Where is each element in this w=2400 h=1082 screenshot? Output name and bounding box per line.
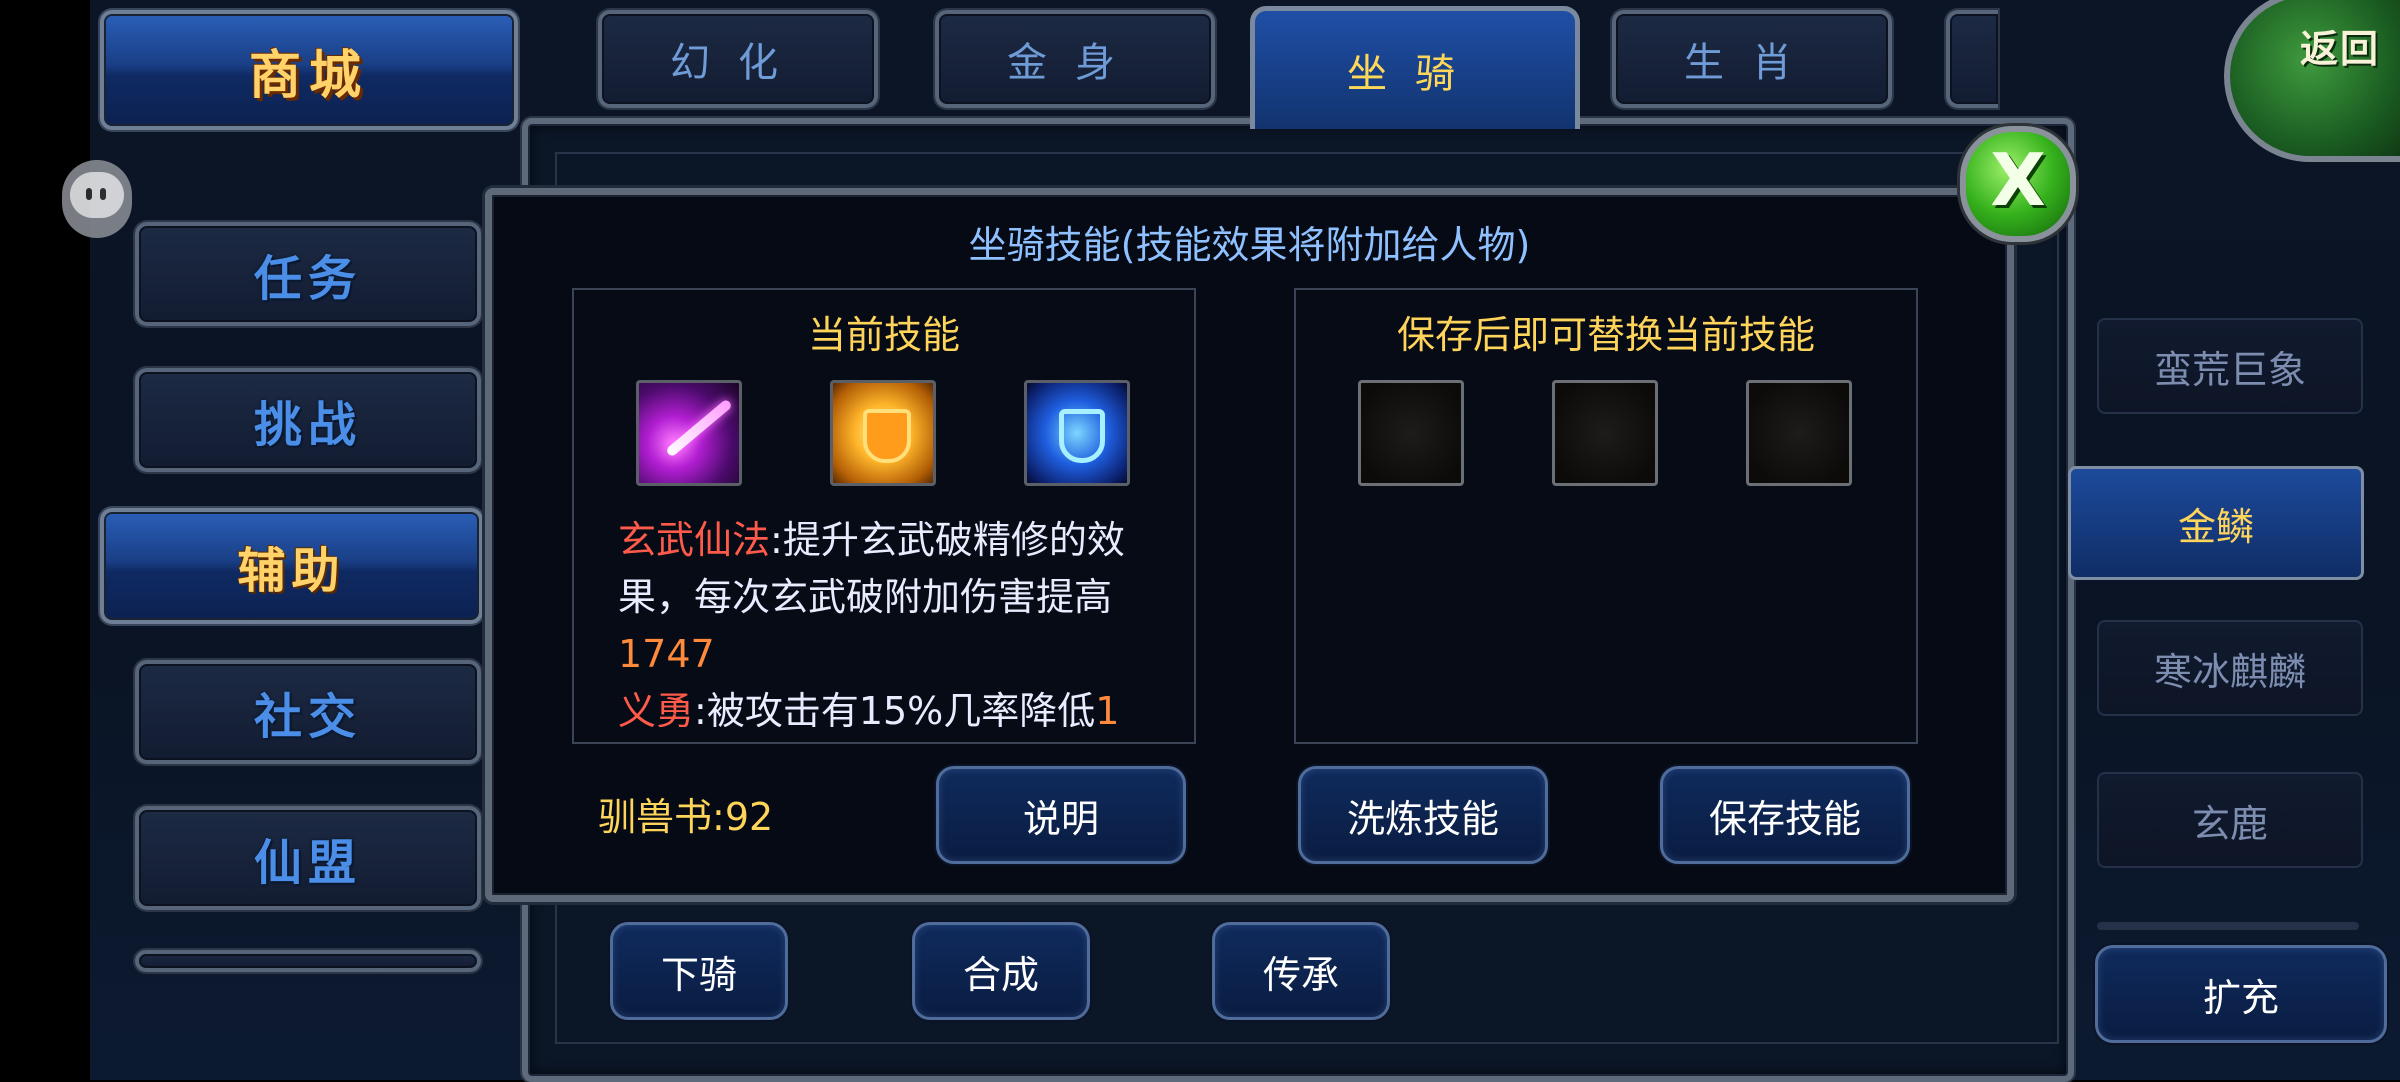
tab-zodiac[interactable]: 生肖 [1612,10,1892,108]
explain-button[interactable]: 说明 [936,766,1186,864]
save-label: 保存技能 [1708,796,1861,841]
close-button[interactable]: X [1960,126,2076,242]
blue-shield-skill-icon[interactable] [1024,380,1130,486]
save-skill-button[interactable]: 保存技能 [1660,766,1910,864]
dialog-title: 坐骑技能(技能效果将附加给人物) [968,223,1531,267]
close-icon: X [1990,138,2046,222]
inherit-button[interactable]: 传承 [1212,922,1390,1020]
nav-item-guild[interactable]: 仙盟 [135,806,481,910]
empty-skill-slot[interactable] [1746,380,1852,486]
mount-label: 金鳞 [2177,504,2254,549]
dismount-label: 下骑 [660,952,737,997]
synthesize-label: 合成 [962,952,1039,997]
floating-assistant-icon[interactable] [62,160,132,238]
synthesize-button[interactable]: 合成 [912,922,1090,1020]
mount-label: 玄鹿 [2191,801,2268,846]
mount-item-savage-elephant[interactable]: 蛮荒巨象 [2097,318,2363,414]
back-button[interactable]: 返回 [2224,0,2400,162]
skill-2-name: 义勇 [618,689,695,727]
current-skills-header: 当前技能 [807,313,960,357]
tab-transform[interactable]: 幻化 [598,10,878,108]
refine-label: 洗炼技能 [1346,796,1499,841]
nav-item-partial [135,950,481,972]
nav-item-assist[interactable]: 辅助 [100,508,483,624]
nav-item-challenge[interactable]: 挑战 [135,368,481,472]
expand-label: 扩充 [2202,975,2279,1020]
nav-item-social[interactable]: 社交 [135,660,481,764]
mount-label: 蛮荒巨象 [2153,347,2306,392]
inherit-label: 传承 [1262,952,1339,997]
mount-item-mystic-deer[interactable]: 玄鹿 [2097,772,2363,868]
nav-item-label: 挑战 [253,397,362,453]
beast-book-count: 驯兽书:92 [598,786,773,841]
skill-description: 玄武仙法:提升玄武破精修的效果，每次玄武破附加伤害提高1747 义勇:被攻击有1… [618,512,1158,727]
nav-item-label: 辅助 [237,543,346,599]
explain-label: 说明 [1022,796,1099,841]
empty-skill-slot[interactable] [1358,380,1464,486]
skill-1-name: 玄武仙法 [618,518,771,562]
nav-item-task[interactable]: 任务 [135,222,481,326]
beast-book-value: 92 [724,795,774,839]
mount-label: 寒冰麒麟 [2153,649,2306,694]
tab-label: 坐骑 [1347,51,1483,97]
beast-book-label: 驯兽书: [598,795,725,839]
dismount-button[interactable]: 下骑 [610,922,788,1020]
refine-skill-button[interactable]: 洗炼技能 [1298,766,1548,864]
golden-shield-skill-icon[interactable] [830,380,936,486]
empty-skill-slot[interactable] [1552,380,1658,486]
nav-item-label: 社交 [253,689,362,745]
replacement-skills-header: 保存后即可替换当前技能 [1396,313,1815,357]
tab-label: 金身 [1007,40,1143,86]
mount-item-golden-scale[interactable]: 金鳞 [2068,466,2364,580]
nav-item-label: 仙盟 [253,835,362,891]
tab-partial [1946,10,1998,108]
skill-2-text: :被攻击有15%几率降低 [694,689,1096,727]
tab-golden-body[interactable]: 金身 [935,10,1215,108]
mount-list-partial [2097,922,2359,930]
expand-button[interactable]: 扩充 [2095,945,2387,1043]
skill-1-value: 1747 [618,632,715,676]
tab-label: 幻化 [670,40,806,86]
shop-label: 商城 [248,45,369,106]
shop-button[interactable]: 商城 [100,10,518,130]
nav-item-label: 任务 [253,251,362,307]
tab-label: 生肖 [1684,40,1820,86]
mount-item-ice-qilin[interactable]: 寒冰麒麟 [2097,620,2363,716]
skill-2-value: 1 [1095,689,1120,727]
back-label: 返回 [2300,27,2381,71]
tab-mount[interactable]: 坐骑 [1250,6,1580,129]
purple-beam-skill-icon[interactable] [636,380,742,486]
